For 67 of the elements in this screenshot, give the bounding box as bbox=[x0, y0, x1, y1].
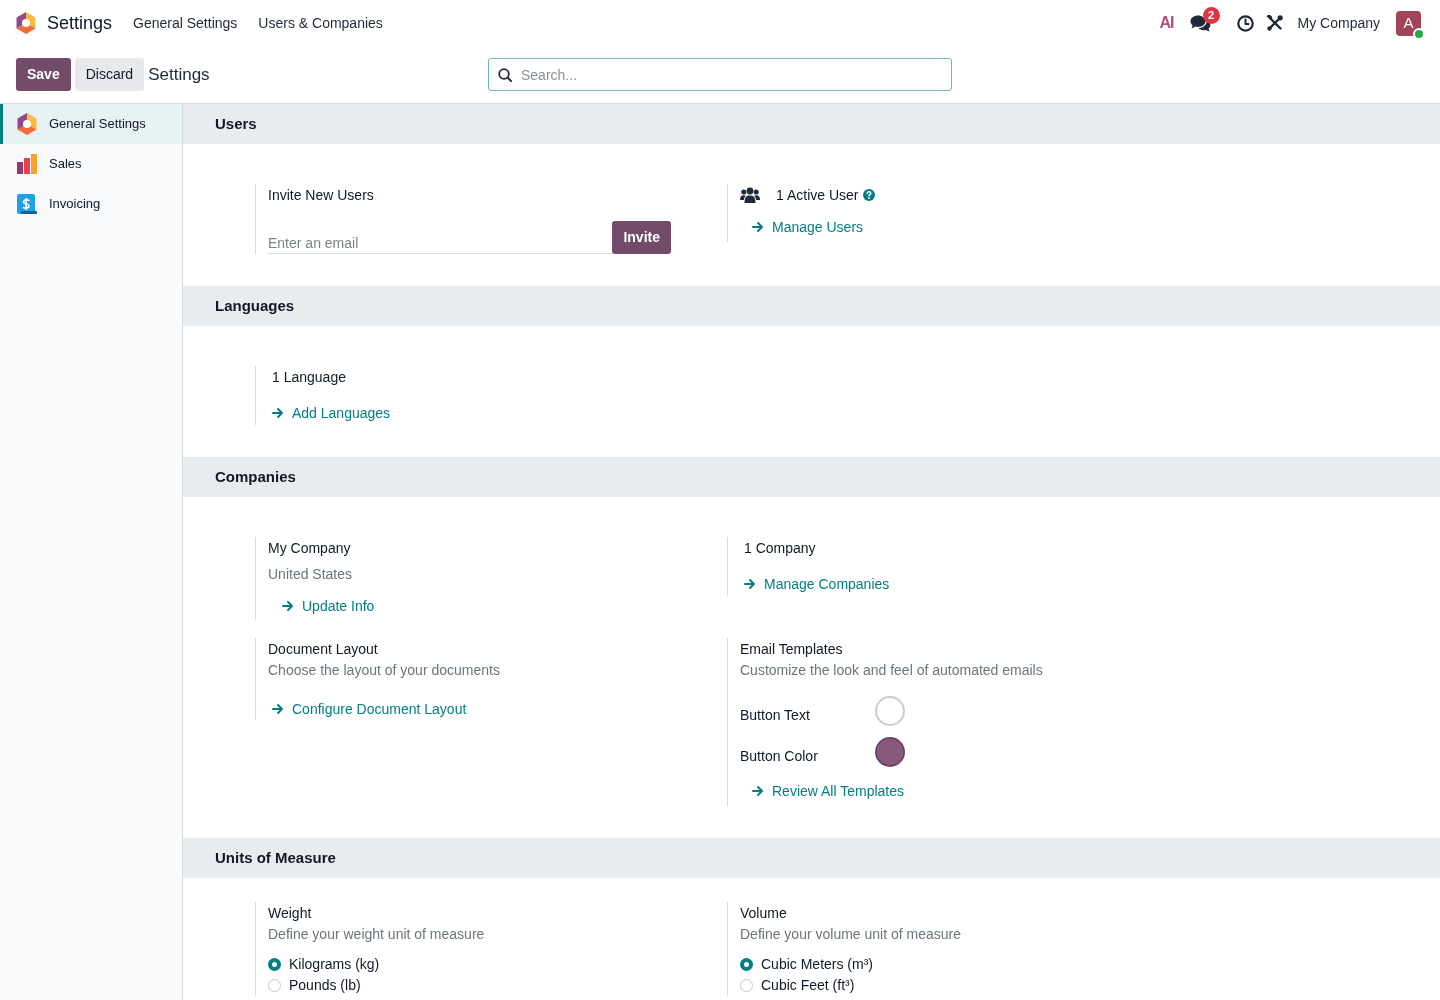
search-icon bbox=[498, 68, 512, 82]
setting-title: Weight bbox=[268, 904, 313, 923]
setting-title: 1 Language bbox=[272, 368, 347, 387]
notification-badge: 2 bbox=[1202, 6, 1220, 24]
users-icon bbox=[740, 187, 760, 203]
setting-title: Email Templates bbox=[740, 640, 844, 659]
invoice-icon bbox=[17, 194, 37, 214]
color-swatch-icon[interactable] bbox=[875, 737, 905, 767]
section-title: Languages bbox=[183, 286, 1440, 326]
setting-title: Document Layout bbox=[268, 640, 379, 659]
setting-title: 1 Active User bbox=[776, 186, 859, 205]
radio-button[interactable] bbox=[740, 958, 753, 971]
arrow-right-icon bbox=[744, 578, 756, 590]
setting-title: 1 Company bbox=[744, 539, 817, 558]
hexagon-logo-icon bbox=[16, 12, 36, 34]
radio-label: Kilograms (kg) bbox=[289, 955, 380, 974]
setting-description: Define your weight unit of measure bbox=[268, 925, 486, 944]
app-name[interactable]: Settings bbox=[47, 9, 113, 37]
setting-description: United States bbox=[268, 565, 354, 584]
arrow-right-icon bbox=[272, 407, 284, 419]
action-link[interactable]: Update Info bbox=[282, 595, 375, 617]
hexagon-app-icon bbox=[17, 113, 37, 135]
radio-label: Pounds (lb) bbox=[289, 976, 361, 995]
ai-button[interactable]: AI bbox=[1159, 15, 1174, 31]
company-switcher[interactable]: My Company bbox=[1297, 12, 1380, 34]
setting-title: My Company bbox=[268, 539, 352, 558]
setting-description: Choose the layout of your documents bbox=[268, 661, 501, 680]
arrow-right-icon bbox=[272, 703, 284, 715]
save-button[interactable]: Save bbox=[16, 58, 71, 91]
tools-icon bbox=[1266, 15, 1283, 31]
setting-title: Invite New Users bbox=[268, 186, 375, 205]
sidebar-item[interactable]: General Settings bbox=[0, 104, 182, 144]
color-label: Button Text bbox=[740, 706, 811, 725]
action-link[interactable]: Configure Document Layout bbox=[272, 698, 467, 720]
invite-button[interactable]: Invite bbox=[612, 221, 671, 254]
action-link[interactable]: Manage Users bbox=[752, 216, 864, 238]
help-icon bbox=[863, 189, 876, 201]
section-title: Users bbox=[183, 104, 1440, 144]
section-title: Units of Measure bbox=[183, 838, 1440, 878]
radio-button[interactable] bbox=[740, 979, 753, 992]
sidebar-item[interactable]: Invoicing bbox=[0, 184, 182, 224]
setting-description: Customize the look and feel of automated emails bbox=[740, 661, 1044, 680]
section-title: Companies bbox=[183, 457, 1440, 497]
action-link[interactable]: Add Languages bbox=[272, 402, 391, 424]
arrow-right-icon bbox=[282, 600, 294, 612]
menu-item[interactable]: General Settings bbox=[133, 12, 238, 34]
sidebar-item[interactable]: Sales bbox=[0, 144, 182, 184]
breadcrumb-title: Settings bbox=[148, 63, 210, 86]
discard-button[interactable]: Discard bbox=[74, 58, 145, 91]
radio-button[interactable] bbox=[268, 979, 281, 992]
search-field[interactable]: Search... bbox=[488, 58, 952, 91]
arrow-right-icon bbox=[752, 221, 764, 233]
setting-description: Define your volume unit of measure bbox=[740, 925, 962, 944]
color-label: Button Color bbox=[740, 747, 819, 766]
user-avatar[interactable]: A bbox=[1396, 10, 1421, 36]
bar-chart-icon bbox=[17, 154, 37, 174]
radio-label: Cubic Meters (m³) bbox=[761, 955, 873, 974]
color-swatch-icon[interactable] bbox=[875, 696, 905, 726]
clock-icon bbox=[1236, 14, 1254, 32]
email-field[interactable]: Enter an email bbox=[268, 229, 613, 254]
action-link[interactable]: Review All Templates bbox=[752, 780, 905, 802]
arrow-right-icon bbox=[752, 785, 764, 797]
radio-button[interactable] bbox=[268, 958, 281, 971]
action-link[interactable]: Manage Companies bbox=[744, 573, 890, 595]
setting-title: Volume bbox=[740, 904, 788, 923]
radio-label: Cubic Feet (ft³) bbox=[761, 976, 855, 995]
menu-item[interactable]: Users & Companies bbox=[258, 12, 383, 34]
